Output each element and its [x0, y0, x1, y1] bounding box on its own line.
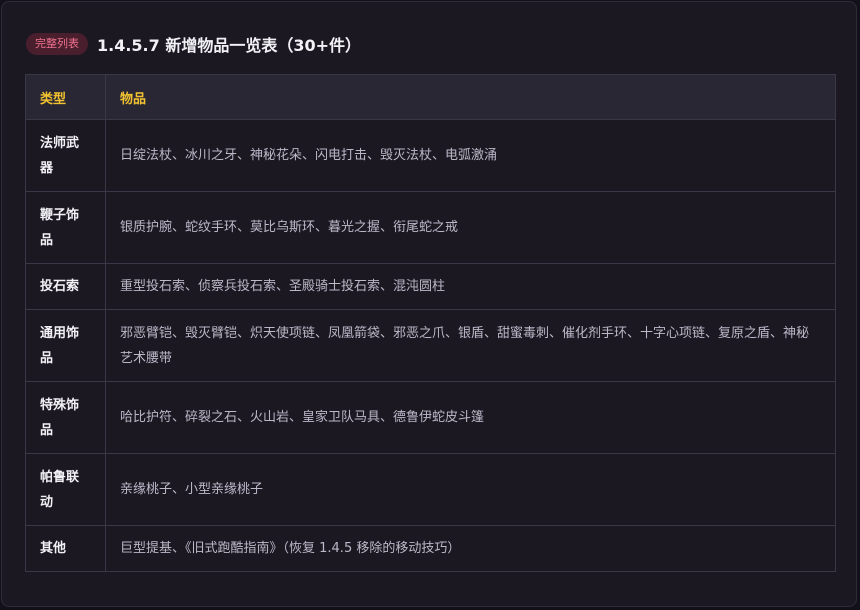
row-items: 巨型提基、《旧式跑酷指南》（恢复 1.4.5 移除的移动技巧） [105, 525, 836, 572]
table-row: 通用饰品 邪恶臂铠、毁灭臂铠、炽天使项链、凤凰箭袋、邪恶之爪、银盾、甜蜜毒刺、催… [25, 309, 836, 382]
row-type: 特殊饰品 [25, 381, 106, 454]
table-row: 鞭子饰品 银质护腕、蛇纹手环、莫比乌斯环、暮光之握、衔尾蛇之戒 [25, 191, 836, 264]
column-header-items: 物品 [105, 74, 836, 120]
table-row: 其他 巨型提基、《旧式跑酷指南》（恢复 1.4.5 移除的移动技巧） [25, 525, 836, 572]
row-type: 鞭子饰品 [25, 191, 106, 264]
row-items: 日绽法杖、冰川之牙、神秘花朵、闪电打击、毁灭法杖、电弧激涌 [105, 119, 836, 192]
row-items: 重型投石索、侦察兵投石索、圣殿骑士投石索、混沌圆柱 [105, 263, 836, 310]
row-items: 邪恶臂铠、毁灭臂铠、炽天使项链、凤凰箭袋、邪恶之爪、银盾、甜蜜毒刺、催化剂手环、… [105, 309, 836, 382]
section-title: 1.4.5.7 新增物品一览表（30+件） [97, 36, 362, 55]
table-row: 投石索 重型投石索、侦察兵投石索、圣殿骑士投石索、混沌圆柱 [25, 263, 836, 310]
row-items: 哈比护符、碎裂之石、火山岩、皇家卫队马具、德鲁伊蛇皮斗篷 [105, 381, 836, 454]
row-items: 亲缘桃子、小型亲缘桃子 [105, 453, 836, 526]
row-type: 帕鲁联动 [25, 453, 106, 526]
row-type: 法师武器 [25, 119, 106, 192]
table-row: 帕鲁联动 亲缘桃子、小型亲缘桃子 [25, 453, 836, 526]
row-type: 其他 [25, 525, 106, 572]
row-type: 投石索 [25, 263, 106, 310]
column-header-type: 类型 [25, 74, 106, 120]
section-header: 完整列表 1.4.5.7 新增物品一览表（30+件） [26, 30, 361, 58]
table-row: 特殊饰品 哈比护符、碎裂之石、火山岩、皇家卫队马具、德鲁伊蛇皮斗篷 [25, 381, 836, 454]
table-row: 法师武器 日绽法杖、冰川之牙、神秘花朵、闪电打击、毁灭法杖、电弧激涌 [25, 119, 836, 192]
table-header-row: 类型 物品 [25, 74, 836, 120]
items-table: 类型 物品 法师武器 日绽法杖、冰川之牙、神秘花朵、闪电打击、毁灭法杖、电弧激涌… [25, 74, 836, 572]
complete-list-badge: 完整列表 [26, 33, 88, 55]
row-items: 银质护腕、蛇纹手环、莫比乌斯环、暮光之握、衔尾蛇之戒 [105, 191, 836, 264]
row-type: 通用饰品 [25, 309, 106, 382]
